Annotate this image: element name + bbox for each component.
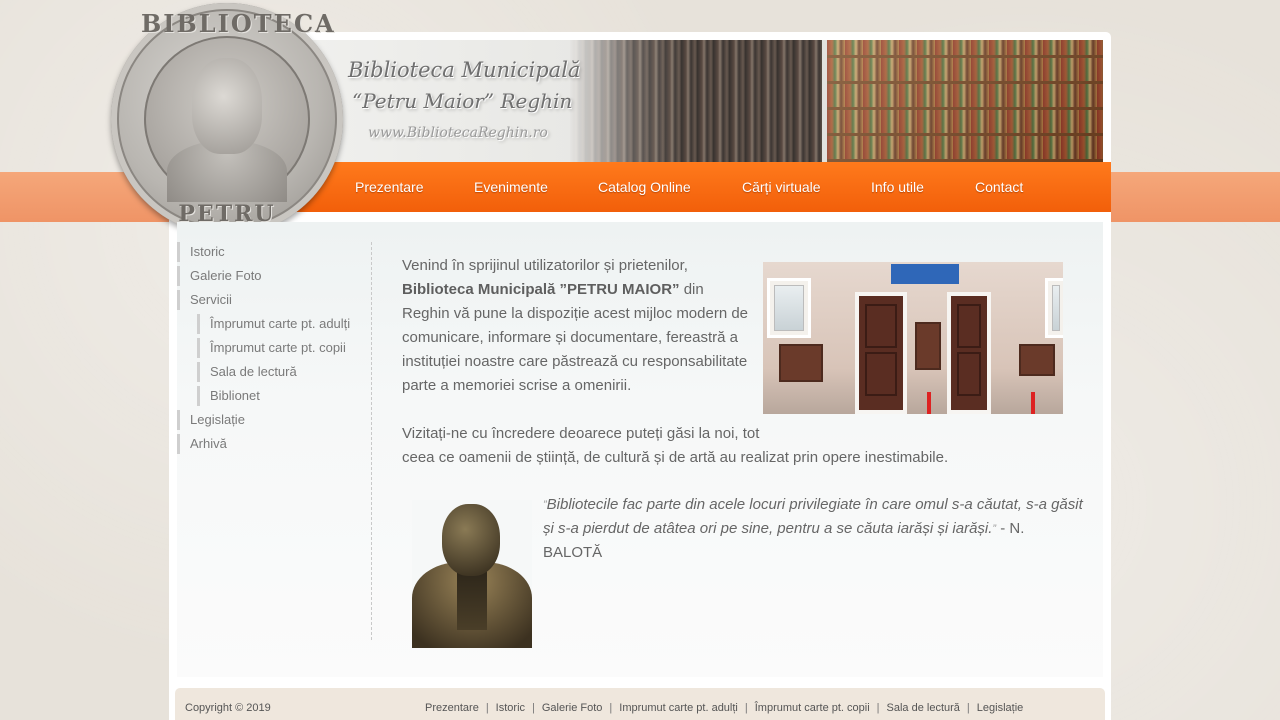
- footer-separator: |: [744, 702, 748, 714]
- footer-link-sala-de-lectura[interactable]: Sala de lectură: [887, 702, 960, 714]
- photo-bollard: [1031, 392, 1035, 414]
- bust-head: [442, 504, 500, 576]
- site-title-line2: “Petru Maior” Reghin: [352, 89, 573, 113]
- sidebar-item-legislatie[interactable]: Legislație: [177, 410, 245, 430]
- intro-paragraph: Venind în sprijinul utilizatorilor și pr…: [402, 254, 754, 398]
- sidebar-subitem-sala-de-lectura[interactable]: Sala de lectură: [197, 362, 297, 382]
- library-building-photo: [763, 262, 1063, 414]
- footer-separator: |: [609, 702, 613, 714]
- photo-door-left: [855, 292, 907, 414]
- photo-window-left: [767, 278, 811, 338]
- sidebar-item-galerie-foto[interactable]: Galerie Foto: [177, 266, 262, 286]
- photo-noticeboard-center: [915, 322, 941, 370]
- footer: Copyright © 2019 Prezentare | Istoric | Gale…: [175, 688, 1105, 720]
- bookshelf-photo-library: [827, 40, 1103, 162]
- sidebar-subitem-biblionet[interactable]: Biblionet: [197, 386, 260, 406]
- quote-block: ”Bibliotecile fac parte din acele locuri…: [543, 493, 1083, 565]
- footer-link-imprumut-adulti[interactable]: Imprumut carte pt. adulți: [619, 702, 738, 714]
- site-title-line1: Biblioteca Municipală: [348, 58, 581, 82]
- bookshelf-photo-dark: [570, 40, 822, 162]
- nav-evenimente[interactable]: Evenimente: [474, 179, 548, 195]
- footer-link-galerie-foto[interactable]: Galerie Foto: [542, 702, 603, 714]
- photo-bollard: [927, 392, 931, 414]
- footer-link-legislatie[interactable]: Legislație: [977, 702, 1023, 714]
- seal-portrait-face: [192, 58, 262, 154]
- nav-catalog-online[interactable]: Catalog Online: [598, 179, 691, 195]
- sidebar-item-arhiva[interactable]: Arhivă: [177, 434, 227, 454]
- footer-separator: |: [876, 702, 880, 714]
- footer-link-istoric[interactable]: Istoric: [496, 702, 525, 714]
- bust-collar: [457, 570, 487, 630]
- nav-contact[interactable]: Contact: [975, 179, 1023, 195]
- nav-carti-virtuale[interactable]: Cărți virtuale: [742, 179, 821, 195]
- seal-portrait: [144, 36, 310, 202]
- photo-sign: [891, 264, 959, 284]
- footer-separator: |: [966, 702, 970, 714]
- photo-noticeboard-left: [779, 344, 823, 382]
- footer-link-imprumut-copii[interactable]: Împrumut carte pt. copii: [755, 702, 870, 714]
- intro-prefix: Venind în sprijinul utilizatorilor și pr…: [402, 257, 688, 274]
- site-url: www.BibliotecaReghin.ro: [368, 125, 548, 141]
- bust-statue-photo: [412, 500, 532, 648]
- nav-info-utile[interactable]: Info utile: [871, 179, 924, 195]
- photo-noticeboard-right: [1019, 344, 1055, 376]
- nav-prezentare[interactable]: Prezentare: [355, 179, 423, 195]
- intro-library-name: Biblioteca Municipală ”PETRU MAIOR”: [402, 281, 680, 298]
- footer-link-prezentare[interactable]: Prezentare: [425, 702, 479, 714]
- logo-seal[interactable]: BIBLIOTECA PETRU MAIOR: [111, 3, 343, 253]
- sidebar-item-istoric[interactable]: Istoric: [177, 242, 225, 262]
- footer-separator: |: [532, 702, 535, 714]
- footer-links: Prezentare | Istoric | Galerie Foto | Imprumut…: [425, 702, 1023, 714]
- photo-window-right: [1045, 278, 1063, 338]
- sidebar-divider: [371, 242, 372, 640]
- copyright-text: Copyright © 2019: [185, 702, 271, 714]
- footer-separator: |: [485, 702, 489, 714]
- sidebar-subitem-imprumut-adulti[interactable]: Împrumut carte pt. adulți: [197, 314, 350, 334]
- sidebar-item-servicii[interactable]: Servicii: [177, 290, 232, 310]
- visit-line1: Vizitați-ne cu încredere deoarece puteți…: [402, 425, 760, 442]
- visit-line2: ceea ce oamenii de știință, de cultură ș…: [402, 449, 949, 466]
- sidebar-subitem-imprumut-copii[interactable]: Împrumut carte pt. copii: [197, 338, 346, 358]
- photo-door-right: [947, 292, 991, 414]
- seal-text-top: BIBLIOTECA: [141, 9, 336, 38]
